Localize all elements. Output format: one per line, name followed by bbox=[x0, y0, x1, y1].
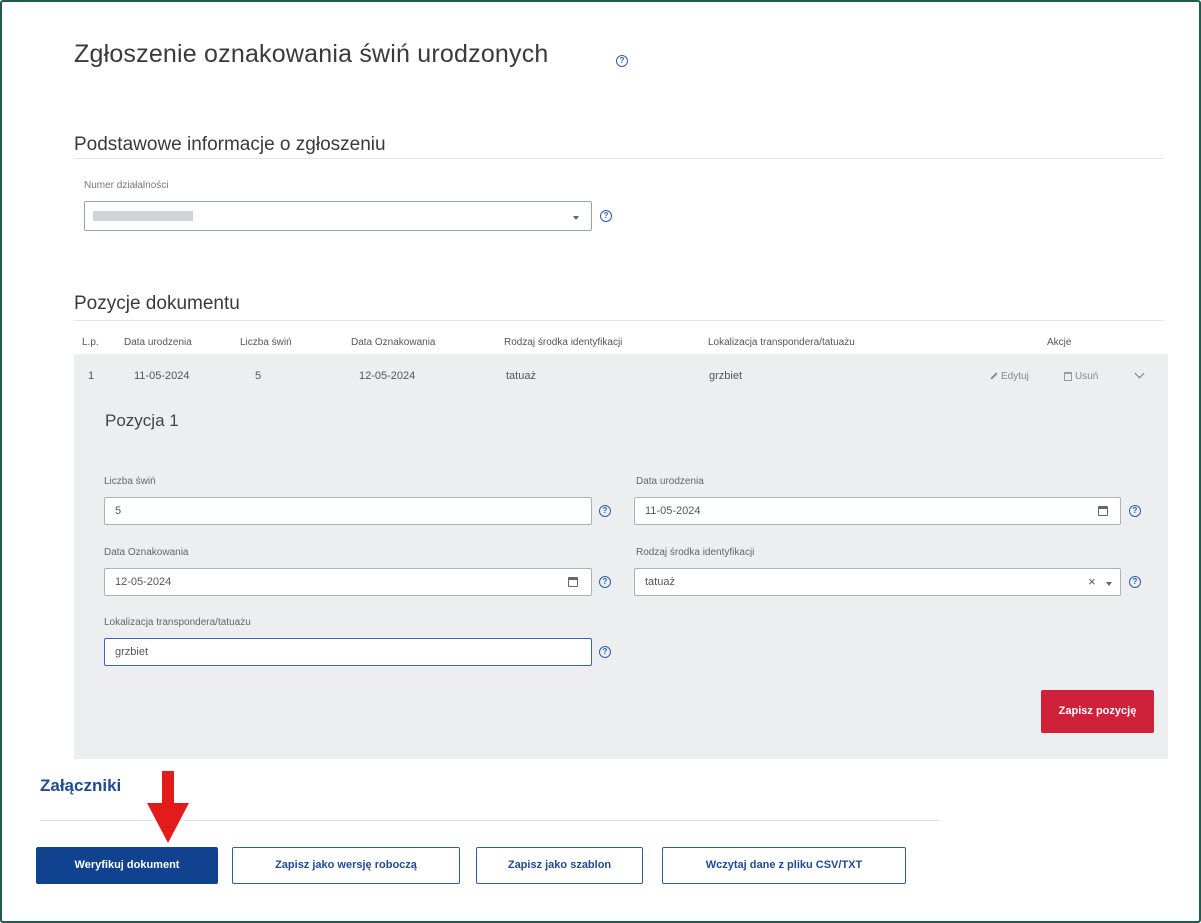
pig-count-label: Liczba świń bbox=[104, 476, 156, 487]
redacted-value bbox=[93, 211, 193, 221]
basic-info-title: Podstawowe informacje o zgłoszeniu bbox=[74, 134, 386, 155]
birth-date-label: Data urodzenia bbox=[636, 476, 704, 487]
column-header-location: Lokalizacja transpondera/tatuażu bbox=[708, 337, 855, 348]
load-csv-button[interactable]: Wczytaj dane z pliku CSV/TXT bbox=[662, 847, 906, 884]
chevron-down-icon bbox=[573, 216, 579, 220]
position-form-title: Pozycja 1 bbox=[105, 411, 179, 430]
help-icon[interactable] bbox=[599, 646, 611, 658]
activity-number-label: Numer działalności bbox=[84, 180, 169, 191]
trash-icon bbox=[1064, 371, 1072, 381]
calendar-icon[interactable] bbox=[568, 577, 578, 587]
column-header-id-type: Rodzaj środka identyfikacji bbox=[504, 337, 623, 348]
cell-marking-date: 12-05-2024 bbox=[359, 370, 416, 382]
calendar-icon[interactable] bbox=[1098, 506, 1108, 516]
page-title: Zgłoszenie oznakowania świń urodzonych bbox=[74, 40, 549, 68]
cell-id-type: tatuaż bbox=[506, 370, 536, 382]
help-icon[interactable] bbox=[599, 505, 611, 517]
pig-count-input[interactable]: 5 bbox=[104, 497, 592, 525]
birth-date-input[interactable]: 11-05-2024 bbox=[634, 497, 1121, 525]
column-header-birth-date: Data urodzenia bbox=[124, 337, 192, 348]
divider bbox=[74, 320, 1164, 321]
annotation-arrow-head-icon bbox=[147, 803, 189, 843]
activity-number-select[interactable] bbox=[84, 201, 592, 231]
cell-lp: 1 bbox=[88, 370, 95, 382]
edit-label: Edytuj bbox=[1001, 371, 1029, 382]
verify-document-button[interactable]: Weryfikuj dokument bbox=[36, 847, 218, 884]
window-frame: Zgłoszenie oznakowania świń urodzonych P… bbox=[0, 0, 1201, 923]
id-type-label: Rodzaj środka identyfikacji bbox=[636, 547, 755, 558]
location-label: Lokalizacja transpondera/tatuażu bbox=[104, 617, 251, 628]
positions-title: Pozycje dokumentu bbox=[74, 293, 240, 314]
table-row-expanded bbox=[74, 354, 1168, 759]
marking-date-input[interactable]: 12-05-2024 bbox=[104, 568, 592, 596]
help-icon[interactable] bbox=[616, 55, 628, 67]
save-draft-button[interactable]: Zapisz jako wersję roboczą bbox=[232, 847, 460, 884]
column-header-actions: Akcje bbox=[1047, 337, 1072, 348]
column-header-lp: L.p. bbox=[82, 337, 99, 348]
id-type-select[interactable]: tatuaż bbox=[634, 568, 1121, 596]
save-position-button[interactable]: Zapisz pozycję bbox=[1041, 690, 1154, 733]
pencil-icon bbox=[990, 372, 998, 380]
location-input[interactable]: grzbiet bbox=[104, 638, 592, 666]
cell-pig-count: 5 bbox=[255, 370, 262, 382]
cell-birth-date: 11-05-2024 bbox=[134, 370, 190, 382]
column-header-pig-count: Liczba świń bbox=[240, 337, 292, 348]
divider bbox=[74, 158, 1164, 159]
help-icon[interactable] bbox=[1129, 576, 1141, 588]
marking-date-label: Data Oznakowania bbox=[104, 547, 189, 558]
help-icon[interactable] bbox=[600, 210, 612, 222]
clear-icon[interactable]: × bbox=[1088, 574, 1096, 589]
annotation-arrow-icon bbox=[162, 771, 174, 804]
delete-button[interactable]: Usuń bbox=[1064, 371, 1098, 382]
help-icon[interactable] bbox=[1129, 505, 1141, 517]
cell-location: grzbiet bbox=[709, 370, 743, 382]
help-icon[interactable] bbox=[599, 576, 611, 588]
edit-button[interactable]: Edytuj bbox=[990, 371, 1029, 382]
chevron-down-icon[interactable] bbox=[1106, 582, 1112, 586]
attachments-title: Załączniki bbox=[40, 776, 122, 795]
save-template-button[interactable]: Zapisz jako szablon bbox=[476, 847, 643, 884]
column-header-marking-date: Data Oznakowania bbox=[351, 337, 436, 348]
delete-label: Usuń bbox=[1075, 371, 1099, 382]
